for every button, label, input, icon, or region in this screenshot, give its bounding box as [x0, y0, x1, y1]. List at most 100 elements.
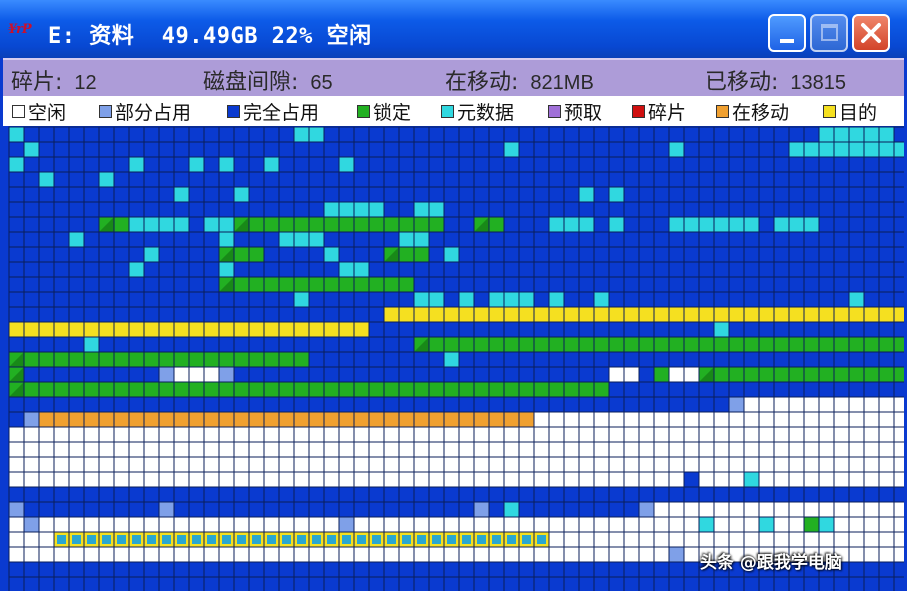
minimize-button[interactable] [768, 14, 806, 52]
cluster-cell-free [878, 441, 895, 458]
cluster-cell-free [758, 426, 775, 443]
cluster-cell-full [233, 576, 250, 591]
cluster-cell-full [788, 201, 805, 218]
cluster-cell-locked [173, 351, 190, 368]
cluster-cell-metadata [803, 216, 820, 233]
cluster-cell-full [143, 396, 160, 413]
cluster-cell-free [758, 396, 775, 413]
cluster-cell-full [233, 141, 250, 158]
cluster-cell-full [23, 366, 40, 383]
cluster-cell-target [233, 321, 250, 338]
close-button[interactable] [852, 14, 890, 52]
cluster-cell-full [188, 291, 205, 308]
cluster-cell-locked [53, 381, 70, 398]
cluster-cell-full [458, 126, 475, 143]
cluster-cell-full [608, 156, 625, 173]
cluster-cell-full [578, 561, 595, 578]
cluster-cell-full [548, 351, 565, 368]
cluster-cell-free [353, 441, 370, 458]
cluster-cell-inner [507, 535, 516, 544]
cluster-cell-locked [653, 336, 670, 353]
cluster-cell-full [68, 576, 85, 591]
cluster-cell-free [668, 516, 685, 533]
cluster-cell-full [518, 351, 535, 368]
cluster-cell-target [68, 321, 85, 338]
cluster-cell-full [668, 171, 685, 188]
cluster-cell-metadata [98, 171, 115, 188]
maximize-button[interactable] [810, 14, 848, 52]
cluster-cell-metadata [728, 216, 745, 233]
cluster-cell-full [368, 246, 385, 263]
cluster-cell-free [833, 411, 850, 428]
cluster-cell-full [878, 201, 895, 218]
cluster-cell-full [863, 246, 880, 263]
cluster-cell-full [53, 291, 70, 308]
cluster-cell-moving [158, 411, 175, 428]
cluster-cell-metadata [608, 186, 625, 203]
cluster-cell-full [68, 126, 85, 143]
cluster-cell-full [23, 306, 40, 323]
cluster-cell-full [533, 321, 550, 338]
cluster-cell-free [293, 546, 310, 563]
cluster-cell-full [608, 141, 625, 158]
cluster-cell-free [638, 471, 655, 488]
cluster-cell-full [38, 216, 55, 233]
cluster-cell-free [893, 531, 904, 548]
legend-label: 部分占用 [115, 101, 192, 124]
cluster-cell-full [473, 351, 490, 368]
cluster-cell-target [488, 306, 505, 323]
cluster-cell-locked [128, 351, 145, 368]
cluster-cell-free [653, 441, 670, 458]
cluster-cell-full [398, 261, 415, 278]
cluster-cell-full [593, 156, 610, 173]
cluster-cell-free [248, 456, 265, 473]
cluster-cell-full [143, 171, 160, 188]
cluster-cell-full [323, 366, 340, 383]
cluster-cell-full [863, 171, 880, 188]
cluster-cell-free [743, 531, 760, 548]
cluster-cell-full [578, 396, 595, 413]
cluster-cell-full [38, 576, 55, 591]
cluster-cell-full [683, 486, 700, 503]
cluster-cell-metadata [818, 141, 835, 158]
cluster-cell-full [203, 126, 220, 143]
cluster-cell-full [203, 291, 220, 308]
cluster-cell-full [293, 336, 310, 353]
cluster-cell-full [743, 261, 760, 278]
cluster-cell-locked [548, 381, 565, 398]
cluster-cell-full [203, 396, 220, 413]
cluster-cell-full [23, 561, 40, 578]
cluster-cell-full [278, 306, 295, 323]
cluster-cell-locked [158, 381, 175, 398]
cluster-cell-free [638, 546, 655, 563]
cluster-cell-free [728, 531, 745, 548]
cluster-cell-full [53, 396, 70, 413]
cluster-cell-free [38, 441, 55, 458]
cluster-cell-metadata [353, 201, 370, 218]
cluster-cell-locked [503, 336, 520, 353]
cluster-cell-free [623, 456, 640, 473]
cluster-cell-metadata [848, 141, 865, 158]
cluster-cell-full [353, 141, 370, 158]
cluster-cell-locked [668, 336, 685, 353]
cluster-cell-full [593, 126, 610, 143]
cluster-cell-full [473, 156, 490, 173]
cluster-cell-full [143, 486, 160, 503]
cluster-cell-moving [83, 411, 100, 428]
cluster-cell-full [638, 216, 655, 233]
cluster-cell-free [833, 441, 850, 458]
cluster-cell-free [128, 471, 145, 488]
cluster-cell-free [518, 516, 535, 533]
cluster-cell-full [833, 186, 850, 203]
cluster-cell-free [548, 441, 565, 458]
cluster-cell-target [8, 321, 25, 338]
cluster-cell-full [878, 576, 895, 591]
cluster-cell-moving [383, 411, 400, 428]
cluster-cell-inner [387, 535, 396, 544]
cluster-cell-locked [353, 216, 370, 233]
cluster-cell-full [443, 231, 460, 248]
cluster-cell-free [143, 456, 160, 473]
cluster-cell-locked [713, 366, 730, 383]
cluster-cell-free [203, 441, 220, 458]
cluster-cell-full [533, 156, 550, 173]
